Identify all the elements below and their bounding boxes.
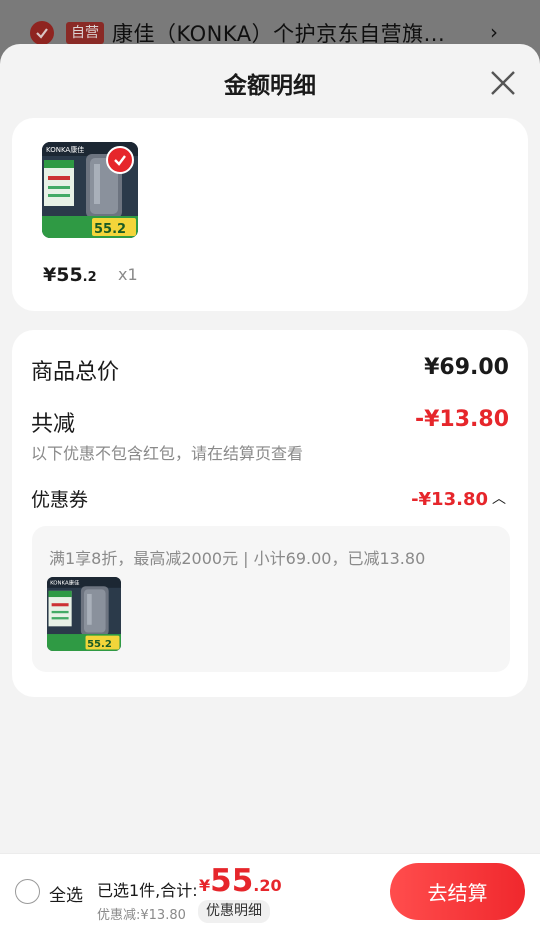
total-int: 55 bbox=[210, 863, 254, 899]
product-thumbnail[interactable]: KONKA康佳 55.2 bbox=[42, 142, 138, 238]
selected-check-icon[interactable] bbox=[106, 146, 134, 174]
sheet-title: 金额明细 bbox=[224, 73, 316, 99]
thumb-sm-price-text: 55.2 bbox=[87, 639, 112, 650]
store-check-icon[interactable] bbox=[30, 21, 54, 45]
discount-detail-link[interactable]: 优惠明细 bbox=[198, 900, 270, 923]
price-detail-card: 商品总价 ¥69.00 共减 -¥13.80 以下优惠不包含红包，请在结算页查看… bbox=[12, 330, 528, 697]
total-price: ¥55.20 bbox=[199, 863, 282, 899]
coupon-product-thumbnail[interactable]: KONKA康佳 55.2 bbox=[47, 577, 121, 651]
product-price-dec: .2 bbox=[82, 270, 97, 285]
self-operated-badge: 自营 bbox=[66, 22, 104, 44]
product-price-int: ¥55 bbox=[43, 264, 83, 286]
amount-detail-sheet: 金额明细 KONKA康佳 55.2 ¥55.2 x1 商品总价 ¥69.00 共… bbox=[0, 44, 540, 928]
close-icon[interactable] bbox=[488, 68, 518, 98]
product-card: KONKA康佳 55.2 ¥55.2 x1 bbox=[12, 118, 528, 311]
goods-total-label: 商品总价 bbox=[31, 360, 120, 385]
product-price: ¥55.2 bbox=[43, 264, 97, 286]
product-quantity: x1 bbox=[118, 265, 138, 284]
goods-total-value: ¥69.00 bbox=[424, 355, 509, 380]
chevron-up-icon[interactable]: ︿ bbox=[492, 488, 506, 508]
coupon-detail-box: 满1享8折，最高减2000元 | 小计69.00，已减13.80 KONKA康佳 bbox=[32, 526, 510, 672]
checkout-button[interactable]: 去结算 bbox=[390, 863, 525, 920]
selected-summary: 已选1件,合计: bbox=[97, 881, 198, 900]
total-reduction-value: -¥13.80 bbox=[414, 407, 509, 432]
total-dec: .20 bbox=[253, 876, 282, 895]
discount-text: 优惠减:¥13.80 bbox=[97, 908, 186, 923]
total-currency: ¥ bbox=[199, 876, 211, 895]
coupon-value[interactable]: -¥13.80 bbox=[411, 489, 488, 510]
checkout-bar: 全选 已选1件,合计: ¥55.20 优惠减:¥13.80 优惠明细 去结算 bbox=[0, 853, 540, 928]
store-chevron-right-icon[interactable]: › bbox=[490, 20, 498, 44]
thumb-price-text: 55.2 bbox=[94, 222, 126, 237]
select-all-label[interactable]: 全选 bbox=[49, 881, 83, 906]
select-all-radio[interactable] bbox=[15, 879, 40, 904]
coupon-label[interactable]: 优惠券 bbox=[31, 485, 88, 512]
coupon-description: 满1享8折，最高减2000元 | 小计69.00，已减13.80 bbox=[49, 549, 426, 568]
thumb-brand-text: KONKA康佳 bbox=[46, 145, 84, 154]
total-reduction-label: 共减 bbox=[31, 412, 76, 437]
reduction-note: 以下优惠不包含红包，请在结算页查看 bbox=[31, 444, 304, 463]
store-row[interactable]: 自营 康佳（KONKA）个护京东自营旗... bbox=[30, 20, 445, 46]
